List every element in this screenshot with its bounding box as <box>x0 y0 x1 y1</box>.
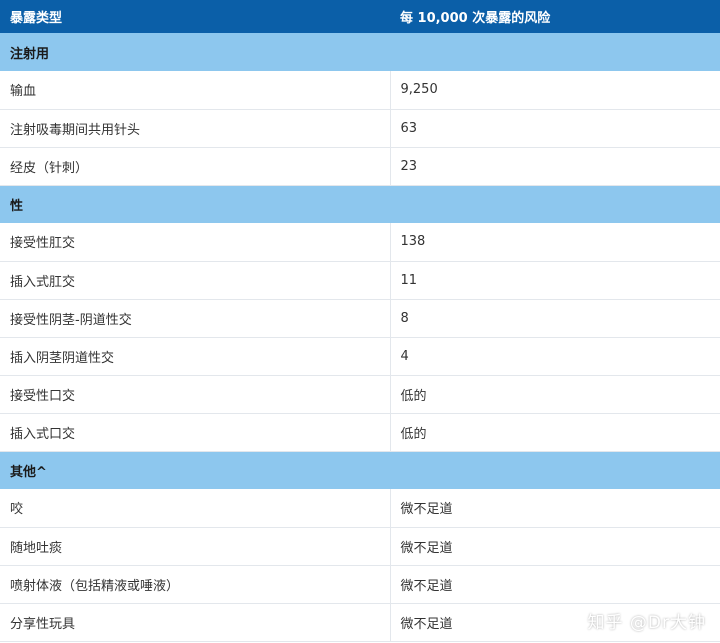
row-value: 9,250 <box>390 71 720 110</box>
section-title: 注射用 <box>0 33 720 71</box>
table-row: 插入式口交 低的 <box>0 413 720 452</box>
table-body: 注射用 输血 9,250 注射吸毒期间共用针头 63 经皮（针刺） 23 性 接… <box>0 33 720 642</box>
row-value: 微不足道 <box>390 527 720 566</box>
section-title: 性 <box>0 185 720 223</box>
header-exposure-type: 暴露类型 <box>0 0 390 33</box>
row-value: 8 <box>390 299 720 338</box>
row-label: 接受性口交 <box>0 375 391 414</box>
table-row: 插入式肛交 11 <box>0 261 720 300</box>
table-row: 随地吐痰 微不足道 <box>0 527 720 566</box>
row-value: 138 <box>390 223 720 262</box>
row-label: 接受性肛交 <box>0 223 391 262</box>
table-row: 咬 微不足道 <box>0 489 720 528</box>
row-label: 插入阴茎阴道性交 <box>0 337 391 376</box>
table-row: 输血 9,250 <box>0 71 720 110</box>
row-label: 输血 <box>0 71 391 110</box>
row-label: 接受性阴茎-阴道性交 <box>0 299 391 338</box>
header-risk-per-10000: 每 10,000 次暴露的风险 <box>390 0 720 33</box>
row-label: 喷射体液（包括精液或唾液） <box>0 565 391 604</box>
table-row: 接受性阴茎-阴道性交 8 <box>0 299 720 338</box>
table-row: 喷射体液（包括精液或唾液） 微不足道 <box>0 565 720 604</box>
risk-table: 暴露类型 每 10,000 次暴露的风险 注射用 输血 9,250 注射吸毒期间… <box>0 0 720 642</box>
header-row: 暴露类型 每 10,000 次暴露的风险 <box>0 0 720 33</box>
row-value: 微不足道 <box>390 489 720 528</box>
row-value: 63 <box>390 109 720 148</box>
section-row-injection: 注射用 <box>0 33 720 71</box>
table-row: 接受性肛交 138 <box>0 223 720 262</box>
table-row: 接受性口交 低的 <box>0 375 720 414</box>
row-value: 11 <box>390 261 720 300</box>
row-label: 随地吐痰 <box>0 527 391 566</box>
row-label: 插入式口交 <box>0 413 391 452</box>
row-label: 插入式肛交 <box>0 261 391 300</box>
section-row-other: 其他^ <box>0 451 720 489</box>
row-label: 注射吸毒期间共用针头 <box>0 109 391 148</box>
row-value: 4 <box>390 337 720 376</box>
row-value: 低的 <box>390 413 720 452</box>
row-label: 经皮（针刺） <box>0 147 391 186</box>
zhihu-watermark: 知乎 @Dr大钟 <box>587 613 706 633</box>
row-value: 低的 <box>390 375 720 414</box>
page: 暴露类型 每 10,000 次暴露的风险 注射用 输血 9,250 注射吸毒期间… <box>0 0 720 643</box>
table-row: 注射吸毒期间共用针头 63 <box>0 109 720 148</box>
row-value: 23 <box>390 147 720 186</box>
table-header: 暴露类型 每 10,000 次暴露的风险 <box>0 0 720 33</box>
row-value: 微不足道 <box>390 565 720 604</box>
section-row-sexual: 性 <box>0 185 720 223</box>
section-title: 其他^ <box>0 451 720 489</box>
table-row: 经皮（针刺） 23 <box>0 147 720 186</box>
row-label: 咬 <box>0 489 391 528</box>
table-row: 插入阴茎阴道性交 4 <box>0 337 720 376</box>
row-label: 分享性玩具 <box>0 603 391 642</box>
